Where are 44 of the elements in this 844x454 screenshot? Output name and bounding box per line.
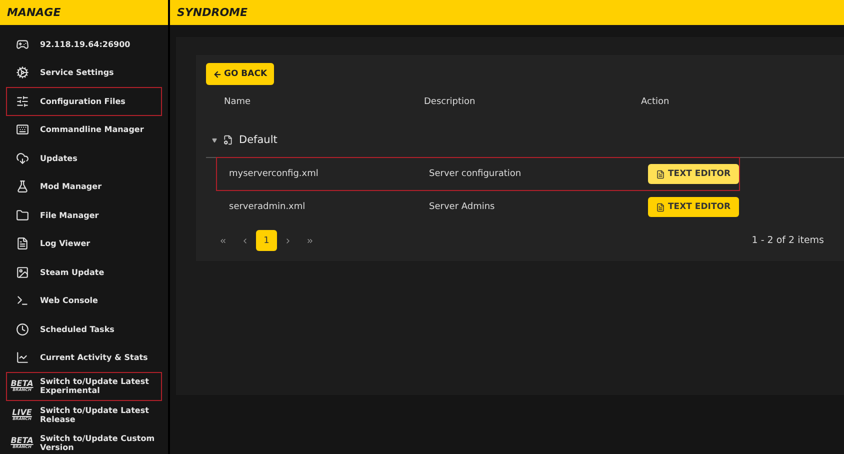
image-icon [16, 266, 28, 279]
sidebar-item[interactable]: Steam Update [6, 258, 162, 286]
sidebar-item[interactable]: Commandline Manager [6, 116, 162, 144]
table-cell-text: myserverconfig.xml [229, 169, 320, 179]
column-header[interactable]: Action [641, 97, 844, 123]
table-cell-text: Server configuration [429, 169, 522, 179]
sidebar-item[interactable]: Current Activity & Stats [6, 344, 162, 372]
document-icon [656, 202, 665, 212]
expand-icon[interactable] [212, 138, 217, 142]
file-icon [223, 135, 233, 145]
folder-icon [16, 208, 28, 222]
table-cell-text: Server Admins [429, 202, 496, 212]
sliders-icon [16, 94, 28, 108]
page-button[interactable]: 1 [256, 230, 277, 251]
gamepad-icon [16, 38, 28, 51]
gear-icon [16, 66, 28, 80]
table-cell-text: serveradmin.xml [229, 202, 306, 212]
sidebar-item[interactable]: Mod Manager [6, 172, 162, 201]
sidebar-title: MANAGE [0, 0, 168, 25]
clock-icon [16, 322, 28, 336]
column-header[interactable]: Description [424, 97, 641, 123]
text-editor-button[interactable]: TEXT EDITOR [648, 197, 739, 217]
sidebar-item[interactable]: Service Settings [6, 58, 162, 87]
file-icon [16, 237, 28, 250]
chart-icon [16, 351, 28, 364]
page-title: SYNDROME [170, 0, 844, 25]
keyboard-icon [16, 123, 28, 136]
sidebar-item[interactable]: File Manager [6, 201, 162, 230]
sidebar-item[interactable]: Configuration Files [6, 87, 162, 116]
cloud-download-icon [16, 152, 28, 165]
column-header[interactable]: Name [224, 97, 424, 123]
sidebar-item[interactable]: Scheduled Tasks [6, 315, 162, 344]
document-icon [656, 170, 665, 178]
sidebar-item[interactable]: Log Viewer [6, 230, 162, 258]
flask-icon [16, 180, 28, 194]
sidebar-item[interactable]: Web Console [6, 286, 162, 315]
back-arrow-icon [213, 70, 222, 78]
text-editor-button[interactable]: TEXT EDITOR [648, 164, 739, 184]
sidebar-item[interactable]: Updates [6, 144, 162, 172]
go-back-button[interactable]: GO BACK [206, 63, 274, 85]
group-label: Default [239, 134, 278, 146]
pager-summary: 1 - 2 of 2 items [752, 235, 824, 246]
sidebar-item[interactable]: 92.118.19.64:26900 [6, 30, 162, 58]
terminal-icon [16, 294, 28, 308]
